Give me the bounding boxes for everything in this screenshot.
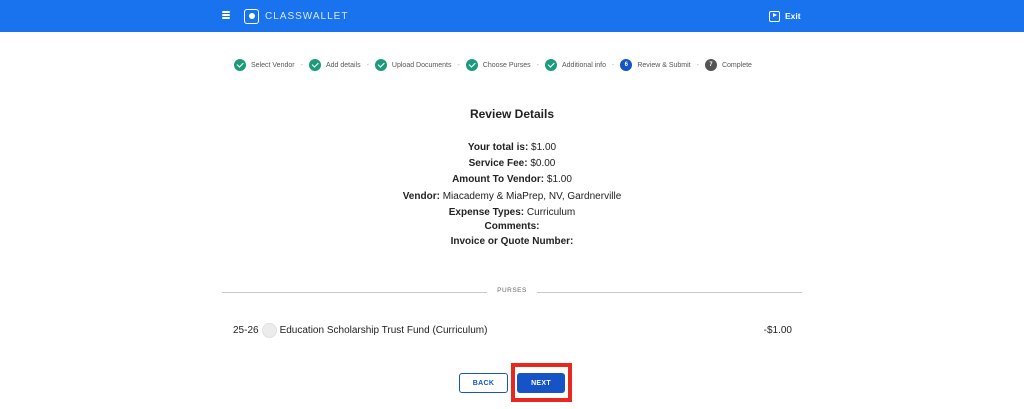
step-label: Select Vendor bbox=[251, 61, 295, 69]
detail-label: Amount To Vendor: bbox=[452, 174, 545, 185]
detail-value: Curriculum bbox=[524, 207, 576, 218]
purse-amount: -$1.00 bbox=[763, 324, 792, 336]
step-number-badge: 6 bbox=[620, 59, 633, 71]
exit-icon bbox=[769, 10, 780, 22]
progress-stepper: Select Vendor - Add details - Upload Doc… bbox=[234, 58, 752, 72]
exit-label: Exit bbox=[785, 11, 801, 21]
detail-label: Service Fee: bbox=[468, 158, 528, 169]
detail-invoice-number: Invoice or Quote Number: bbox=[0, 236, 1024, 247]
step-review-submit: 6 Review & Submit bbox=[620, 59, 691, 71]
detail-label: Comments: bbox=[484, 221, 540, 232]
detail-vendor: Vendor: Miacademy & MiaPrep, NV, Gardner… bbox=[0, 191, 1024, 202]
step-complete: 7 Complete bbox=[704, 59, 752, 71]
check-icon bbox=[308, 59, 321, 71]
purse-avatar-icon bbox=[261, 322, 277, 338]
page-title: Review Details bbox=[469, 107, 555, 121]
classwallet-logo-icon bbox=[244, 8, 259, 24]
brand[interactable]: CLASSWALLET bbox=[244, 7, 348, 25]
detail-amount-to-vendor: Amount To Vendor: $1.00 bbox=[0, 174, 1024, 185]
purses-section-label: PURSES bbox=[487, 287, 537, 294]
detail-label: Expense Types: bbox=[448, 207, 525, 218]
step-choose-purses: Choose Purses bbox=[465, 59, 531, 71]
step-select-vendor: Select Vendor bbox=[234, 59, 295, 71]
check-icon bbox=[465, 59, 478, 71]
step-label: Choose Purses bbox=[482, 61, 531, 69]
detail-label: Invoice or Quote Number: bbox=[450, 236, 574, 247]
step-separator: - bbox=[366, 61, 369, 69]
detail-service-fee: Service Fee: $0.00 bbox=[0, 158, 1024, 169]
step-label: Upload Documents bbox=[391, 61, 452, 69]
step-upload-documents: Upload Documents bbox=[374, 59, 452, 71]
check-icon bbox=[234, 59, 246, 71]
step-separator: - bbox=[300, 61, 303, 69]
next-button[interactable]: NEXT bbox=[517, 373, 565, 393]
step-label: Additional info bbox=[562, 61, 606, 69]
purse-name: Education Scholarship Trust Fund (Curric… bbox=[279, 324, 488, 336]
step-separator: - bbox=[696, 61, 699, 69]
brand-name: CLASSWALLET bbox=[265, 10, 349, 22]
back-button[interactable]: BACK bbox=[459, 373, 508, 393]
check-icon bbox=[374, 59, 387, 71]
detail-total: Your total is: $1.00 bbox=[0, 142, 1024, 153]
detail-expense-types: Expense Types: Curriculum bbox=[0, 207, 1024, 218]
step-number-badge: 7 bbox=[704, 59, 717, 71]
step-separator: - bbox=[457, 61, 460, 69]
exit-button[interactable]: Exit bbox=[769, 9, 801, 23]
top-navigation-bar: CLASSWALLET Exit bbox=[0, 0, 1024, 32]
step-label: Complete bbox=[721, 61, 752, 69]
purse-year: 25-26 bbox=[233, 324, 259, 336]
detail-value: $0.00 bbox=[527, 158, 556, 169]
detail-value: $1.00 bbox=[544, 174, 572, 185]
purse-row: 25-26 Education Scholarship Trust Fund (… bbox=[233, 322, 792, 338]
step-add-details: Add details bbox=[308, 59, 361, 71]
step-label: Review & Submit bbox=[637, 61, 691, 69]
detail-label: Your total is: bbox=[467, 142, 529, 153]
hamburger-icon[interactable] bbox=[222, 11, 230, 19]
step-separator: - bbox=[536, 61, 539, 69]
detail-label: Vendor: bbox=[402, 191, 440, 202]
detail-value: $1.00 bbox=[528, 142, 557, 153]
step-label: Add details bbox=[325, 61, 361, 69]
step-additional-info: Additional info bbox=[545, 59, 606, 71]
check-icon bbox=[545, 59, 557, 71]
detail-comments: Comments: bbox=[0, 221, 1024, 232]
step-separator: - bbox=[611, 61, 615, 69]
detail-value: Miacademy & MiaPrep, NV, Gardnerville bbox=[439, 191, 622, 202]
